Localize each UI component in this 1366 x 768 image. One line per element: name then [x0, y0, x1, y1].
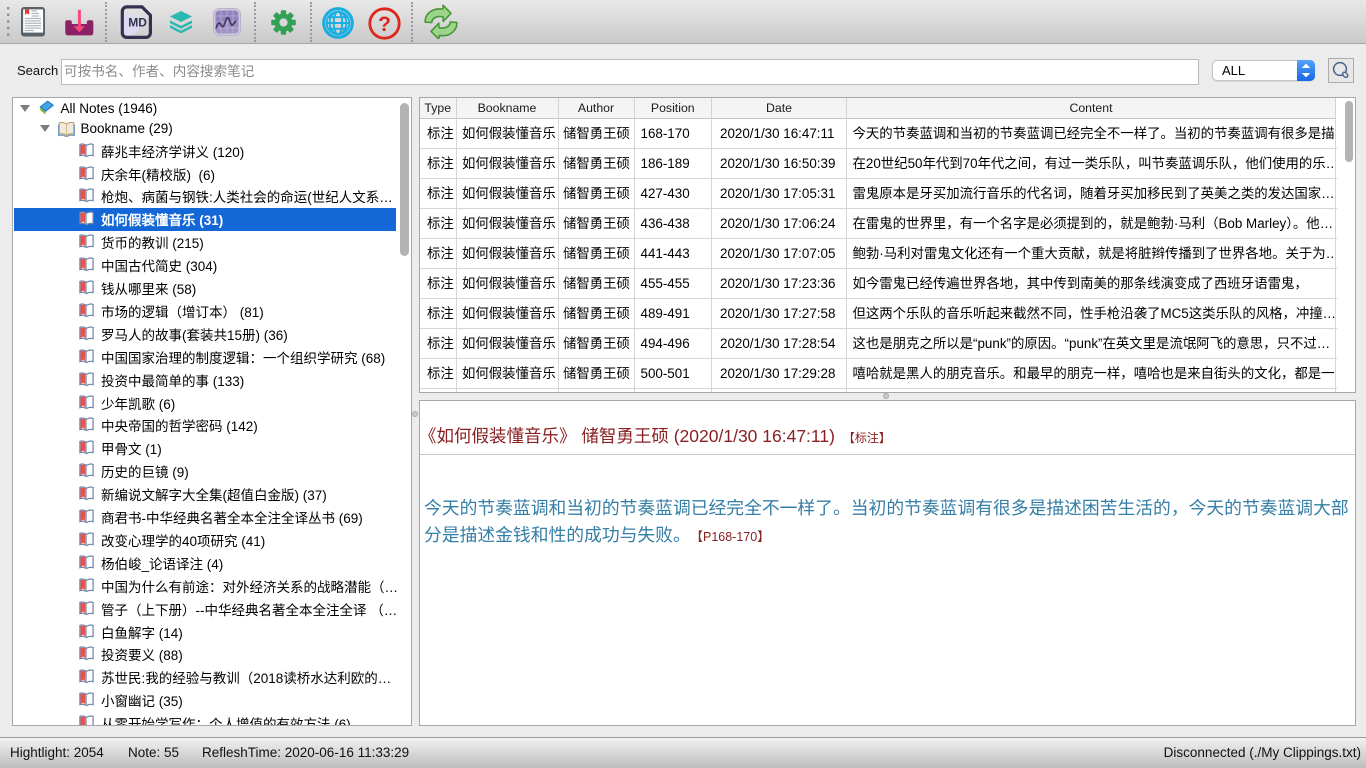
svg-text:?: ?: [378, 13, 391, 36]
svg-text:MD: MD: [128, 16, 147, 30]
